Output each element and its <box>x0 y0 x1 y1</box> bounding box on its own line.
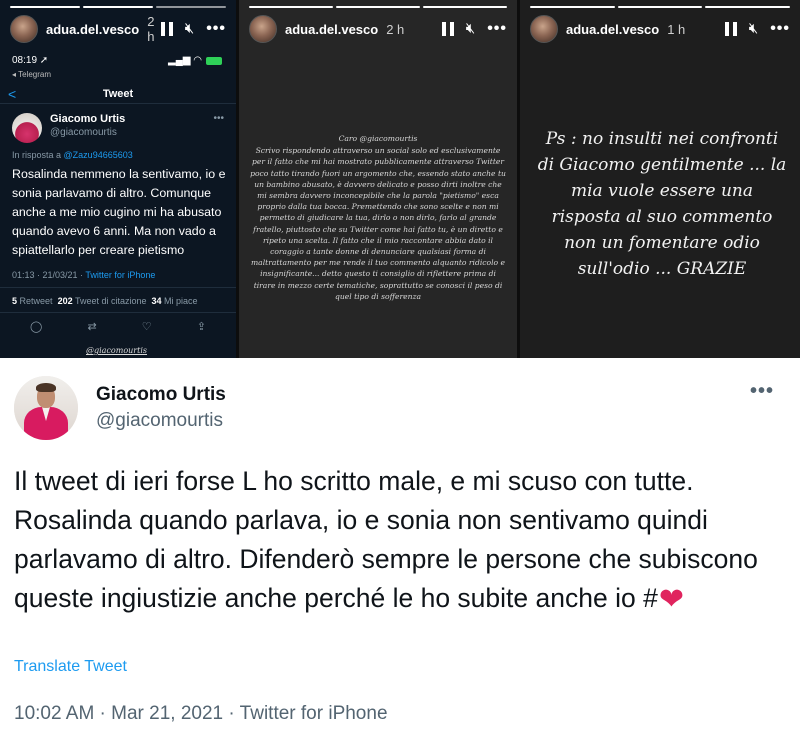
story-panel-3[interactable]: adua.del.vesco 1 h 🔇︎ ••• Ps : no insult… <box>520 0 800 358</box>
story-progress <box>249 6 507 8</box>
letter-body: Scrivo rispondendo attraverso un social … <box>250 146 506 301</box>
stories-strip: adua.del.vesco 2 h 🔇︎ ••• 08:19 ➚ ▂▄▆ ◠ … <box>0 0 800 358</box>
status-app: ◂ Telegram <box>12 70 51 79</box>
story-progress <box>10 6 226 8</box>
story-username[interactable]: adua.del.vesco <box>46 22 139 37</box>
story-letter: Caro @giacomourtis Scrivo rispondendo at… <box>249 133 507 302</box>
avatar[interactable] <box>530 15 558 43</box>
mini-tweet-meta: 01:13 · 21/03/21 · Twitter for iPhone <box>12 270 155 280</box>
translate-link[interactable]: Translate Tweet <box>14 658 127 676</box>
story-panel-1[interactable]: adua.del.vesco 2 h 🔇︎ ••• 08:19 ➚ ▂▄▆ ◠ … <box>0 0 236 358</box>
mention-tag[interactable]: @giacomourtis <box>86 346 147 355</box>
more-icon[interactable]: ••• <box>487 21 507 37</box>
story-username[interactable]: adua.del.vesco <box>566 22 659 37</box>
mute-icon[interactable]: 🔇︎ <box>466 21 475 36</box>
quote-count: 202 <box>57 296 73 306</box>
reply-icon[interactable]: ◯ <box>30 320 42 333</box>
story-header: adua.del.vesco 1 h 🔇︎ ••• <box>530 14 790 44</box>
like-icon[interactable]: ♡ <box>142 320 152 333</box>
story-panel-2[interactable]: adua.del.vesco 2 h 🔇︎ ••• Caro @giacomou… <box>239 0 517 358</box>
meta-source: Twitter for iPhone <box>85 270 156 280</box>
phone-status-bar: 08:19 ➚ ▂▄▆ ◠ <box>12 55 222 66</box>
status-time: 08:19 ➚ <box>12 55 49 66</box>
story-time: 2 h <box>147 14 155 44</box>
reply-handle-link[interactable]: @Zazu94665603 <box>64 150 133 160</box>
divider <box>0 312 236 313</box>
mini-tweet-text: Rosalinda nemmeno la sentivamo, io e son… <box>12 167 226 257</box>
avatar[interactable] <box>12 113 42 143</box>
back-icon[interactable]: < <box>8 86 16 102</box>
story-header: adua.del.vesco 2 h 🔇︎ ••• <box>10 14 226 44</box>
avatar[interactable] <box>249 15 277 43</box>
author-name[interactable]: Giacomo Urtis <box>96 384 226 406</box>
tweet-nav: < Tweet <box>0 84 236 104</box>
pause-icon[interactable] <box>441 22 454 36</box>
like-label: Mi piace <box>164 296 198 306</box>
share-icon[interactable]: ⇪ <box>197 320 206 333</box>
signal-icon: ▂▄▆ ◠ <box>168 55 222 66</box>
pause-icon[interactable] <box>160 22 173 36</box>
author-handle: @giacomourtis <box>50 127 117 138</box>
story-progress <box>530 6 791 8</box>
more-icon[interactable]: ••• <box>213 113 224 124</box>
mute-icon[interactable]: 🔇︎ <box>749 21 758 36</box>
mute-icon[interactable]: 🔇︎ <box>185 21 194 36</box>
retweet-label: Retweet <box>19 296 53 306</box>
more-icon[interactable]: ••• <box>750 380 774 403</box>
nav-title: Tweet <box>102 87 134 100</box>
avatar[interactable] <box>14 376 78 440</box>
avatar[interactable] <box>10 15 38 43</box>
retweet-count: 5 <box>12 296 18 306</box>
battery-icon <box>206 56 222 65</box>
more-icon[interactable]: ••• <box>206 21 226 37</box>
tweet-meta: 10:02 AM · Mar 21, 2021 · Twitter for iP… <box>14 703 388 724</box>
pause-icon[interactable] <box>724 22 737 36</box>
divider <box>0 287 236 288</box>
story-time: 2 h <box>386 21 405 37</box>
heart-icon: ❤ <box>658 583 684 616</box>
author-handle[interactable]: @giacomourtis <box>96 410 223 432</box>
retweet-icon[interactable]: ⇄ <box>87 320 96 333</box>
letter-salutation: Caro @giacomourtis <box>338 134 418 143</box>
reply-prefix: In risposta a <box>12 150 62 160</box>
story-header: adua.del.vesco 2 h 🔇︎ ••• <box>249 14 507 44</box>
tweet-text: Il tweet di ieri forse L ho scritto male… <box>14 462 794 618</box>
mini-tweet-actions: ◯ ⇄ ♡ ⇪ <box>30 320 206 333</box>
reply-to: In risposta a @Zazu94665603 <box>12 150 133 160</box>
meta-time: 01:13 · 21/03/21 · <box>12 270 84 280</box>
story-time: 1 h <box>667 21 686 37</box>
mini-tweet-stats: 5 Retweet 202 Tweet di citazione 34 Mi p… <box>12 296 198 306</box>
tweet-card: Giacomo Urtis @giacomourtis ••• Il tweet… <box>0 358 800 740</box>
tweet-body: Il tweet di ieri forse L ho scritto male… <box>14 466 758 613</box>
story-username[interactable]: adua.del.vesco <box>285 22 378 37</box>
more-icon[interactable]: ••• <box>770 21 790 37</box>
story-ps-text: Ps : no insulti nei confronti di Giacomo… <box>537 129 787 279</box>
author-name: Giacomo Urtis <box>50 113 126 125</box>
like-count: 34 <box>151 296 162 306</box>
mini-tweet-header: Giacomo Urtis @giacomourtis ••• <box>12 113 224 143</box>
quote-label: Tweet di citazione <box>74 296 147 306</box>
